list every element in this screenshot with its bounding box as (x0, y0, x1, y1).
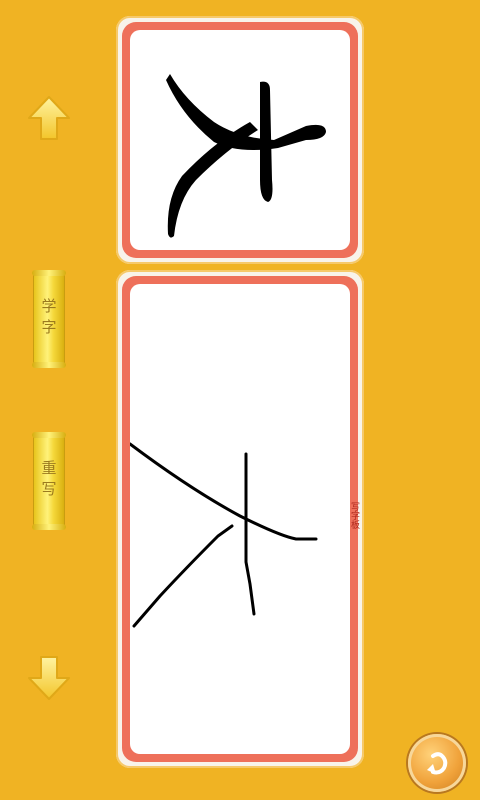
rewrite-button-label: 重写 (39, 460, 58, 502)
character-card-border (122, 22, 358, 258)
up-arrow-button[interactable] (26, 94, 72, 142)
handwriting-strokes (130, 442, 318, 628)
character-glyph (166, 74, 326, 238)
writing-board-label: 写字板 (349, 502, 359, 529)
character-card (116, 16, 364, 264)
back-button[interactable] (408, 734, 466, 792)
rewrite-button[interactable]: 重写 (32, 432, 66, 530)
writing-canvas[interactable] (130, 284, 350, 754)
character-display (130, 30, 350, 250)
arrow-up-icon (28, 96, 70, 140)
arrow-down-icon (28, 656, 70, 700)
study-character-button[interactable]: 学字 (32, 270, 66, 368)
study-button-label: 学字 (39, 298, 58, 340)
return-arrow-icon (427, 752, 448, 775)
down-arrow-button[interactable] (26, 654, 72, 702)
writing-board-border (122, 276, 358, 762)
writing-board (116, 270, 364, 768)
